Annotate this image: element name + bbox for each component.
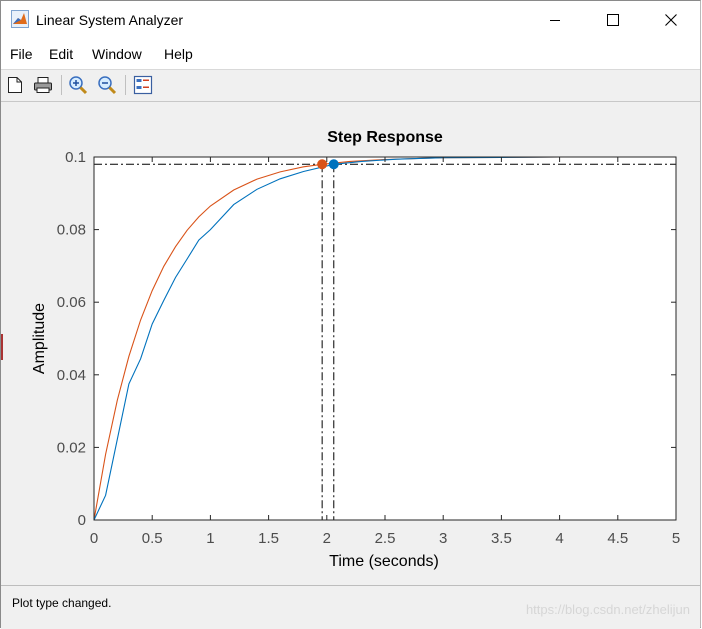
- zoom-out-button[interactable]: [96, 74, 118, 96]
- window-edge-marker: [1, 334, 3, 360]
- x-axis-label: Time (seconds): [329, 553, 439, 570]
- status-message: Plot type changed.: [12, 596, 112, 610]
- matlab-app-icon: [11, 10, 29, 28]
- x-tick-label: 1: [206, 530, 214, 547]
- x-tick-label: 2.5: [375, 530, 396, 547]
- x-tick-label: 3.5: [491, 530, 512, 547]
- settling-point-marker-1: [317, 159, 328, 170]
- y-tick-label: 0.1: [65, 149, 86, 166]
- plot-configurations-button[interactable]: [132, 74, 154, 96]
- y-tick-label: 0.08: [57, 222, 86, 239]
- maximize-button[interactable]: [590, 1, 636, 39]
- x-tick-label: 2: [323, 530, 331, 547]
- watermark-text: https://blog.csdn.net/zhelijun: [525, 602, 690, 617]
- y-tick-label: 0.06: [57, 294, 86, 311]
- close-icon: [665, 14, 677, 26]
- close-button[interactable]: [648, 1, 694, 39]
- status-bar: Plot type changed. https://blog.csdn.net…: [1, 585, 700, 629]
- x-tick-label: 5: [672, 530, 680, 547]
- y-tick-label: 0.04: [57, 367, 86, 384]
- x-tick-label: 0: [90, 530, 98, 547]
- print-button[interactable]: [32, 74, 54, 96]
- menu-edit[interactable]: Edit: [49, 46, 73, 62]
- settling-point-marker-2: [328, 159, 339, 170]
- print-icon: [34, 77, 52, 93]
- step-response-chart[interactable]: 0 0.5 1 1.5 2 2.5 3 3.5 4 4.5 5 0 0.02 0.04 0.06 0.08 0.…: [1, 102, 701, 584]
- menu-bar: File Edit Window Help: [1, 39, 700, 70]
- menu-window[interactable]: Window: [92, 46, 142, 62]
- toolbar-separator: [61, 75, 62, 95]
- x-tick-label: 3: [439, 530, 447, 547]
- x-tick-label: 4.5: [607, 530, 628, 547]
- minimize-icon: [550, 20, 560, 21]
- y-axis-label: Amplitude: [31, 303, 48, 374]
- x-tick-label: 1.5: [258, 530, 279, 547]
- axes-background: [94, 157, 676, 520]
- plot-configurations-icon: [133, 75, 153, 95]
- menu-help[interactable]: Help: [164, 46, 193, 62]
- toolbar-separator: [125, 75, 126, 95]
- y-tick-label: 0.02: [57, 439, 86, 456]
- title-bar[interactable]: Linear System Analyzer: [1, 1, 700, 39]
- maximize-icon: [607, 14, 619, 26]
- zoom-in-icon: [69, 76, 88, 95]
- zoom-out-icon: [98, 76, 117, 95]
- minimize-button[interactable]: [532, 1, 578, 39]
- window-title: Linear System Analyzer: [36, 12, 184, 28]
- new-figure-icon: [8, 77, 22, 93]
- toolbar: [1, 70, 700, 102]
- app-window: Linear System Analyzer File Edit Window …: [0, 0, 701, 629]
- menu-file[interactable]: File: [10, 46, 33, 62]
- y-tick-label: 0: [78, 512, 86, 529]
- chart-title: Step Response: [327, 129, 443, 146]
- zoom-in-button[interactable]: [67, 74, 89, 96]
- plot-panel: 0 0.5 1 1.5 2 2.5 3 3.5 4 4.5 5 0 0.02 0.04 0.06 0.08 0.…: [1, 102, 700, 584]
- x-tick-label: 4: [555, 530, 563, 547]
- x-tick-label: 0.5: [142, 530, 163, 547]
- new-figure-button[interactable]: [4, 74, 26, 96]
